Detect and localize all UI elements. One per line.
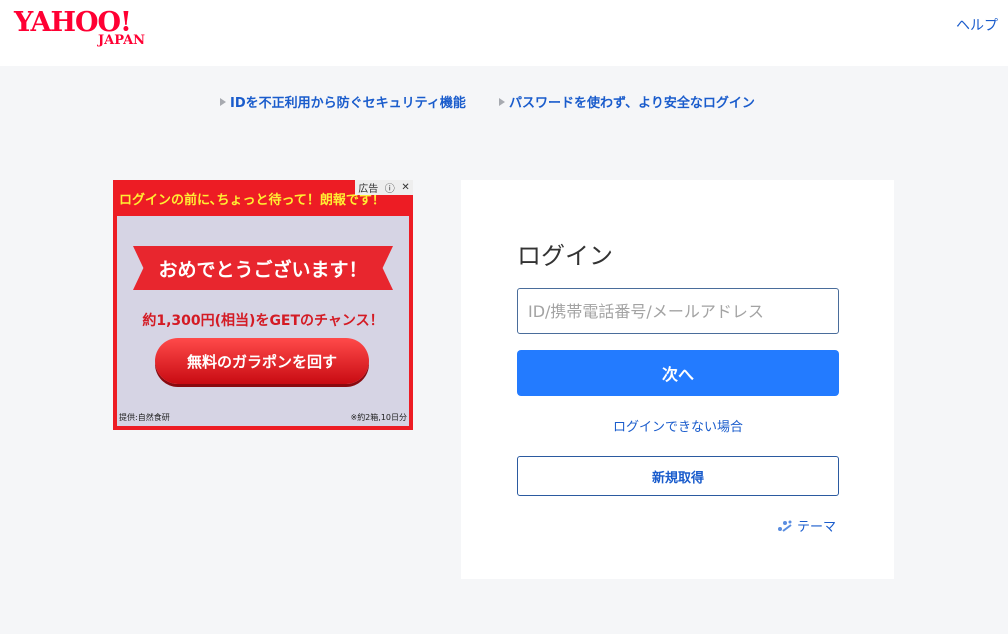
ad-offer-text: 約1,300円(相当)をGETのチャンス！: [142, 313, 384, 329]
ad-provider: 提供:自然食研: [119, 413, 170, 422]
login-id-input[interactable]: [517, 288, 839, 334]
help-link[interactable]: ヘルプ: [956, 15, 998, 35]
ad-cta-button[interactable]: 無料のガラポンを回す: [155, 338, 369, 384]
theme-label: テーマ: [796, 520, 836, 535]
ad-badge-label: 広告: [358, 184, 379, 195]
feature-links: IDを不正利用から防ぐセキュリティ機能 パスワードを使わず、より安全なログイン: [0, 92, 1008, 112]
cant-login-link[interactable]: ログインできない場合: [517, 416, 839, 435]
ad-congrats-ribbon: おめでとうございます！: [133, 246, 393, 290]
theme-palette-icon: [777, 520, 792, 532]
security-feature-label: IDを不正利用から防ぐセキュリティ機能: [230, 96, 466, 111]
passwordless-login-link[interactable]: パスワードを使わず、より安全なログイン: [499, 92, 755, 111]
passwordless-login-label: パスワードを使わず、より安全なログイン: [509, 96, 755, 111]
theme-link[interactable]: テーマ: [777, 516, 836, 535]
triangle-right-icon: [499, 98, 505, 106]
ad-banner[interactable]: ログインの前に､ちょっと待って！朗報です！ 広告 ⓘ ✕ おめでとうございます！…: [113, 180, 413, 430]
ad-headline: ログインの前に､ちょっと待って！朗報です！: [119, 193, 385, 208]
ad-note: ※約2箱,10日分: [350, 413, 407, 422]
triangle-right-icon: [220, 98, 226, 106]
signup-button[interactable]: 新規取得: [517, 456, 839, 496]
ad-badge[interactable]: 広告 ⓘ ✕: [355, 180, 413, 195]
yahoo-japan-logo[interactable]: YAHOO! JAPAN: [14, 8, 154, 52]
header: YAHOO! JAPAN ヘルプ: [0, 0, 1008, 66]
next-button[interactable]: 次へ: [517, 350, 839, 396]
login-card: ログイン 次へ ログインできない場合 新規取得 テーマ: [461, 180, 894, 579]
info-icon[interactable]: ⓘ: [385, 180, 395, 195]
login-title: ログイン: [517, 242, 613, 270]
logo-sub: JAPAN: [98, 33, 146, 48]
close-icon[interactable]: ✕: [401, 182, 409, 193]
security-feature-link[interactable]: IDを不正利用から防ぐセキュリティ機能: [220, 92, 466, 111]
